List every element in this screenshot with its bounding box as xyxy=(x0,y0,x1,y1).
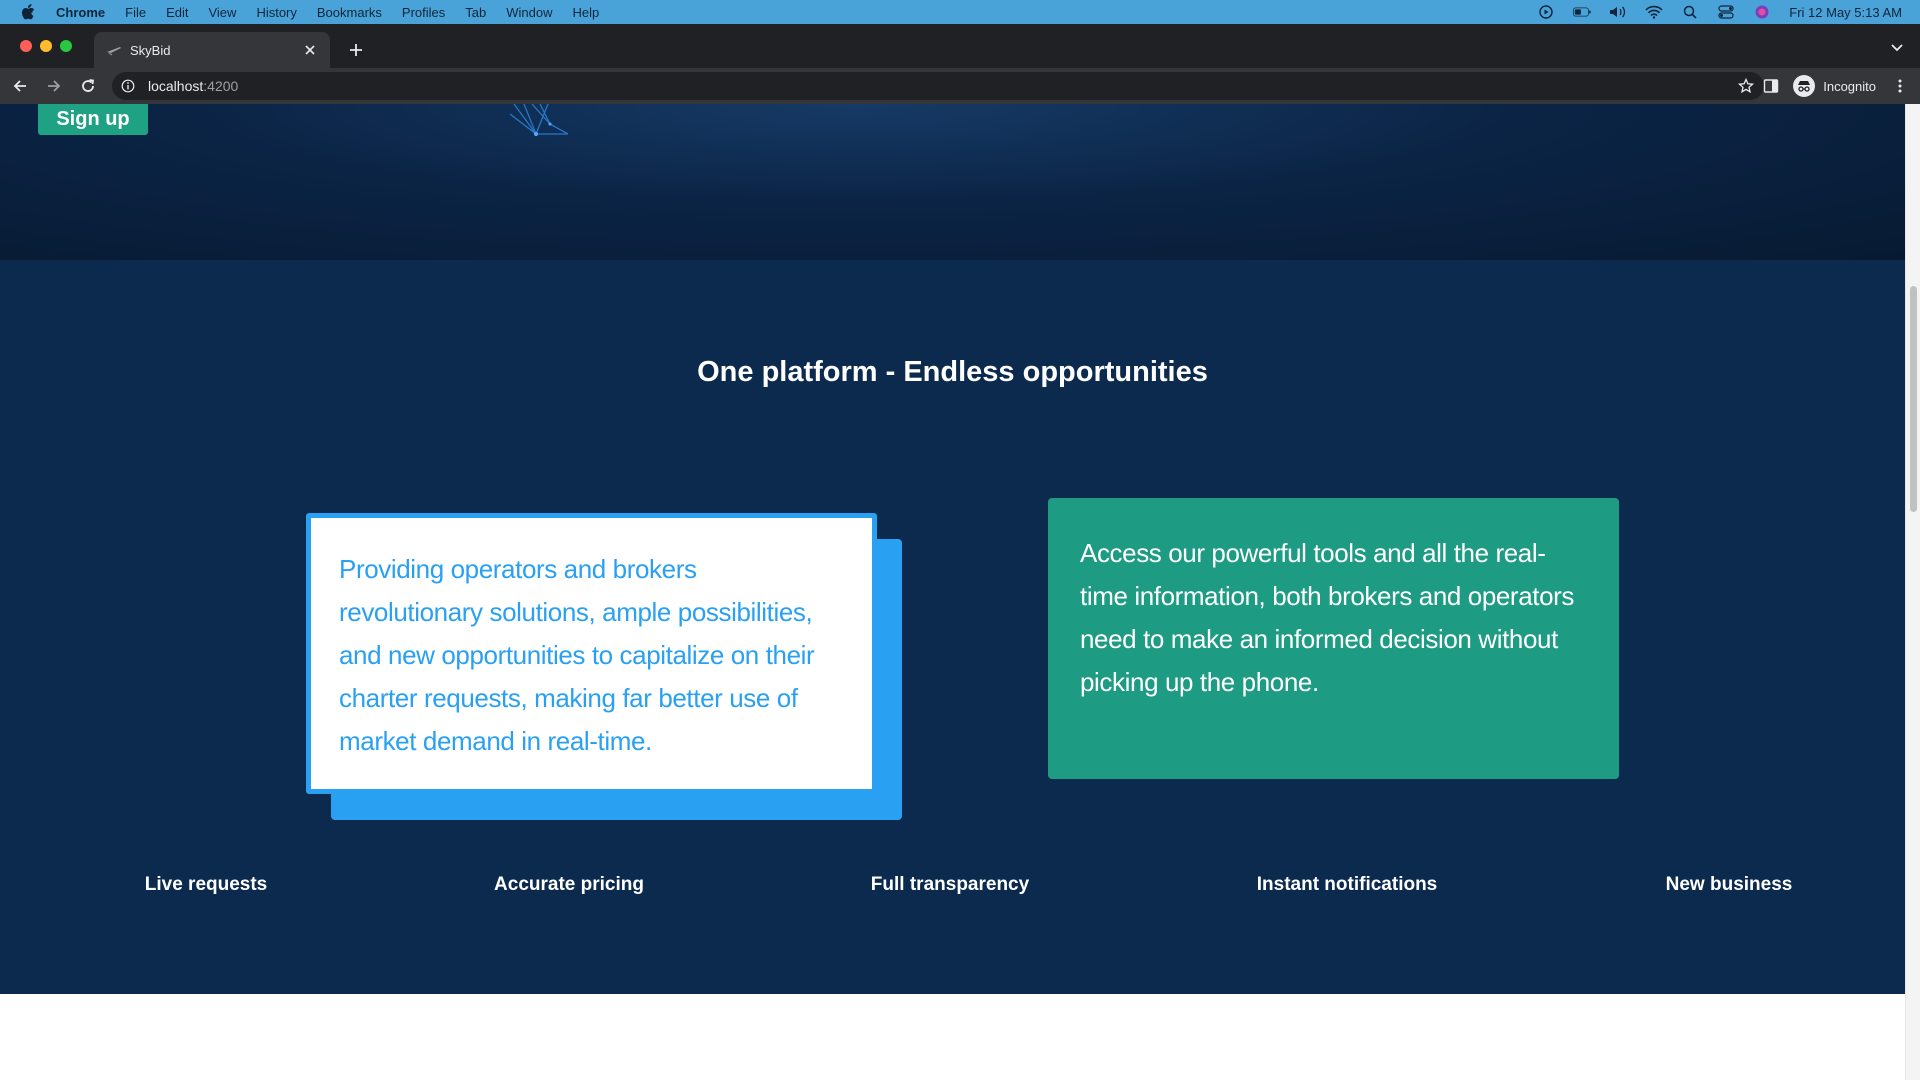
feature-new-business: New business xyxy=(1665,874,1793,895)
forward-button[interactable] xyxy=(40,72,68,100)
scrollbar-thumb[interactable] xyxy=(1910,286,1917,512)
macos-menu-bar: Chrome File Edit View History Bookmarks … xyxy=(0,0,1920,24)
menu-file[interactable]: File xyxy=(125,5,146,20)
menu-bookmarks[interactable]: Bookmarks xyxy=(317,5,382,20)
hero-section: Sign up xyxy=(0,104,1905,260)
url-host: localhost xyxy=(148,78,204,94)
siri-icon[interactable] xyxy=(1753,5,1771,19)
browser-tab-strip: SkyBid xyxy=(0,24,1920,68)
platform-section: One platform - Endless opportunities Pro… xyxy=(0,260,1905,994)
battery-icon[interactable] xyxy=(1573,5,1591,19)
card-right-text: Access our powerful tools and all the re… xyxy=(1080,538,1574,697)
apple-icon[interactable] xyxy=(20,4,36,20)
site-info-icon[interactable] xyxy=(120,78,136,94)
menu-tab[interactable]: Tab xyxy=(465,5,486,20)
network-graphic-icon xyxy=(510,104,569,136)
control-center-icon[interactable] xyxy=(1717,5,1735,19)
sign-up-button[interactable]: Sign up xyxy=(38,104,148,135)
card-left-text: Providing operators and brokers revoluti… xyxy=(339,554,815,756)
menubar-datetime[interactable]: Fri 12 May 5:13 AM xyxy=(1789,5,1902,20)
browser-tab-active[interactable]: SkyBid xyxy=(94,32,330,68)
spotlight-search-icon[interactable] xyxy=(1681,5,1699,19)
feature-live-requests: Live requests xyxy=(144,874,268,895)
address-bar[interactable]: localhost:4200 xyxy=(112,72,1764,100)
card-operators-brokers: Providing operators and brokers revoluti… xyxy=(306,513,877,794)
feature-accurate-pricing: Accurate pricing xyxy=(494,874,644,895)
features-row: Live requests Accurate pricing Full tran… xyxy=(0,874,1905,904)
feature-full-transparency: Full transparency xyxy=(870,874,1030,895)
volume-icon[interactable] xyxy=(1609,5,1627,19)
card-tools-realtime: Access our powerful tools and all the re… xyxy=(1048,498,1619,779)
airplane-favicon-icon xyxy=(106,42,122,58)
next-section-white xyxy=(0,994,1905,1080)
menu-edit[interactable]: Edit xyxy=(166,5,188,20)
wifi-icon[interactable] xyxy=(1645,5,1663,19)
menubar-status-area: Fri 12 May 5:13 AM xyxy=(1537,0,1902,24)
tab-search-chevron-icon[interactable] xyxy=(1890,40,1906,56)
page-scrollbar[interactable] xyxy=(1905,104,1920,1080)
browser-menu-icon[interactable] xyxy=(1892,78,1908,94)
section-heading: One platform - Endless opportunities xyxy=(697,356,1208,388)
minimize-window-button[interactable] xyxy=(40,40,52,52)
maximize-window-button[interactable] xyxy=(60,40,72,52)
menu-help[interactable]: Help xyxy=(573,5,600,20)
menu-history[interactable]: History xyxy=(256,5,296,20)
incognito-label: Incognito xyxy=(1823,78,1876,94)
page-viewport: Sign up One platform - Endless opportuni… xyxy=(0,104,1905,1080)
tab-title: SkyBid xyxy=(130,42,171,58)
menu-profiles[interactable]: Profiles xyxy=(402,5,445,20)
side-panel-icon[interactable] xyxy=(1763,78,1779,94)
browser-toolbar: localhost:4200 Incognito xyxy=(0,68,1920,104)
incognito-icon xyxy=(1793,75,1816,97)
incognito-profile-button[interactable]: Incognito xyxy=(1793,75,1876,97)
bookmark-star-icon[interactable] xyxy=(1737,77,1755,94)
menu-window[interactable]: Window xyxy=(506,5,552,20)
new-tab-button[interactable] xyxy=(344,38,368,62)
toolbar-right-group: Incognito xyxy=(1763,68,1920,104)
media-play-icon[interactable] xyxy=(1537,5,1555,19)
url-port: :4200 xyxy=(203,78,239,94)
close-tab-icon[interactable] xyxy=(302,42,318,58)
menu-view[interactable]: View xyxy=(208,5,236,20)
reload-button[interactable] xyxy=(74,72,102,100)
feature-instant-notifications: Instant notifications xyxy=(1256,874,1438,895)
close-window-button[interactable] xyxy=(20,40,32,52)
window-controls xyxy=(20,40,72,52)
back-button[interactable] xyxy=(6,72,34,100)
menu-app-name[interactable]: Chrome xyxy=(56,5,105,20)
